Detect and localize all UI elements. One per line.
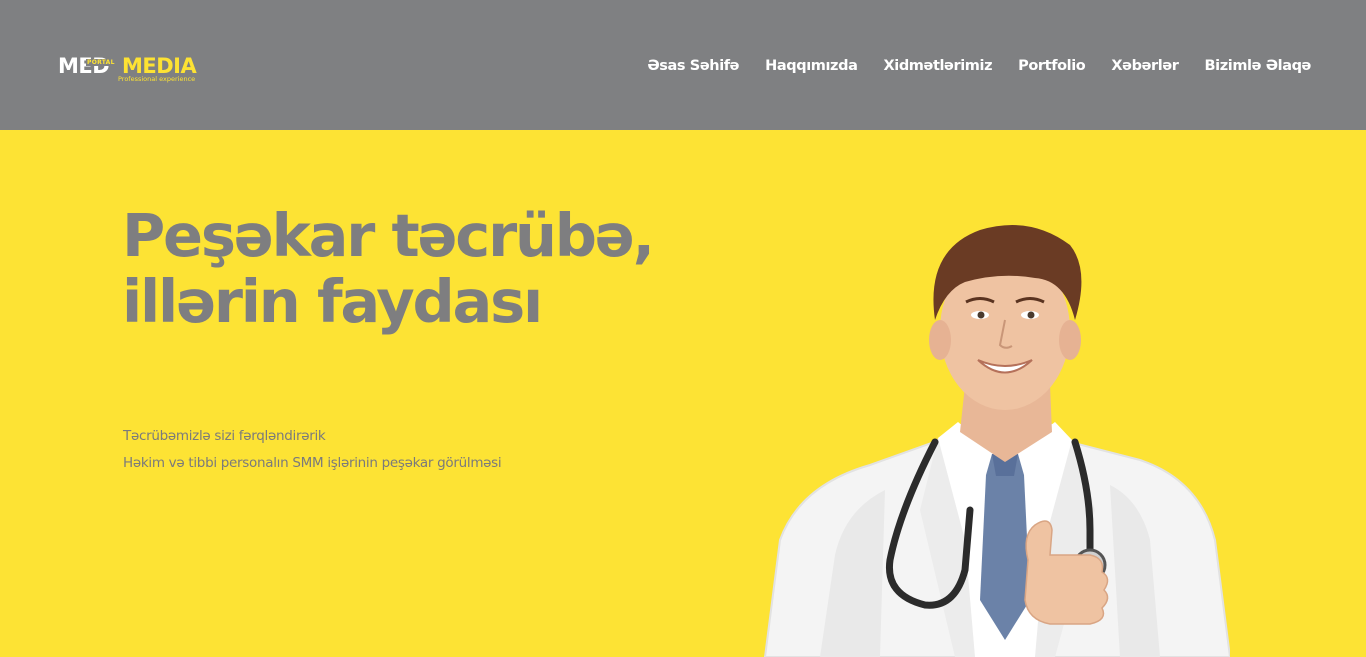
hero-subtitle-line-2: Həkim və tibbi personalın SMM işlərinin … [123, 455, 502, 471]
logo-word-med: MED [58, 54, 110, 78]
nav-item-services[interactable]: Xidmətlərimiz [883, 56, 992, 76]
hero-subtitle-line-1: Təcrübəmizlə sizi fərqləndirərik [123, 428, 326, 444]
nav-item-about[interactable]: Haqqımızda [765, 56, 858, 76]
hero-headline-line-2: illərin faydası [122, 267, 543, 336]
site-header: MED PORTAL MEDIA Professional experience… [0, 0, 1366, 130]
hero-headline: Peşəkar təcrübə, illərin faydası [122, 203, 722, 335]
nav-item-home[interactable]: Əsas Səhifə [647, 56, 739, 76]
hero-subtitle: Təcrübəmizlə sizi fərqləndirərik Həkim v… [123, 423, 502, 477]
logo-tagline: Professional experience [118, 75, 196, 83]
nav-item-news[interactable]: Xəbərlər [1111, 56, 1179, 76]
nav-item-contact[interactable]: Bizimlə Əlaqə [1205, 56, 1312, 76]
main-nav: Əsas Səhifə Haqqımızda Xidmətlərimiz Por… [647, 56, 1311, 76]
logo-badge: PORTAL [86, 59, 116, 66]
doctor-image [763, 225, 1230, 657]
nav-item-portfolio[interactable]: Portfolio [1018, 56, 1086, 76]
hero-section: Peşəkar təcrübə, illərin faydası Təcrübə… [0, 130, 1366, 657]
site-logo[interactable]: MED PORTAL MEDIA Professional experience [58, 54, 208, 84]
hero-headline-line-1: Peşəkar təcrübə, [122, 201, 655, 270]
